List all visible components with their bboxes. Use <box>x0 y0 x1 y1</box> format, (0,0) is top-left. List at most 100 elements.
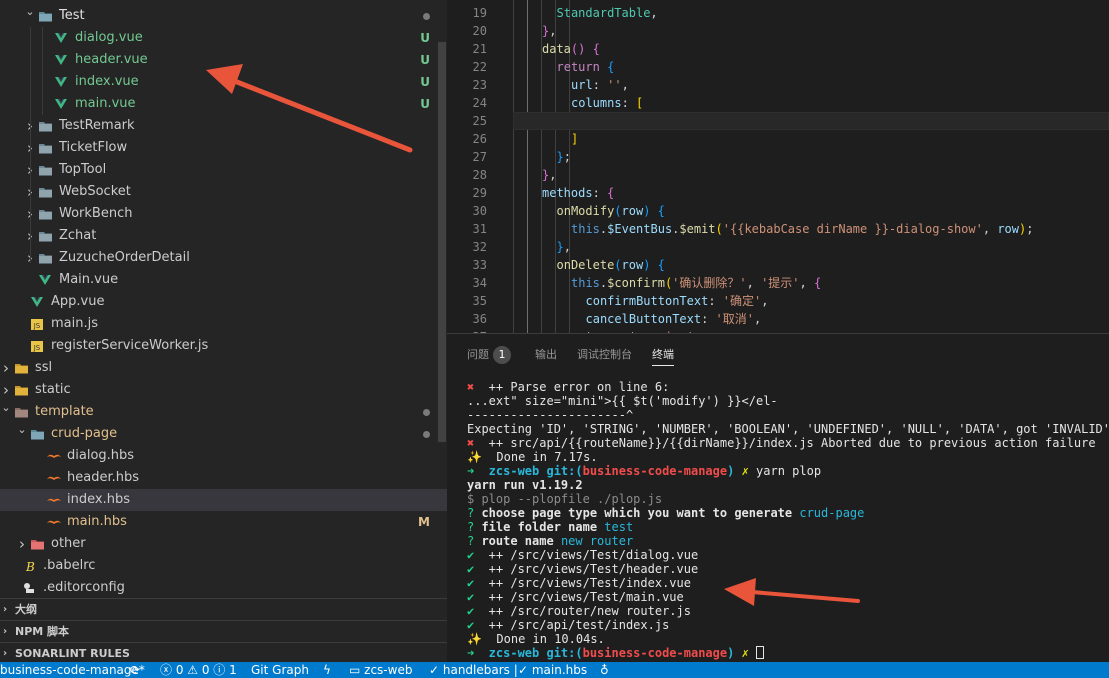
terminal-text: ✖ <box>467 380 482 394</box>
tree-item-test[interactable]: ⌄ Test <box>0 5 447 27</box>
terminal-text: ++ /src/views/Test/header.vue <box>481 562 699 576</box>
panel-header-2[interactable]: › SONARLINT RULES <box>0 642 447 662</box>
repo-indicator[interactable]: ▭ zcs-web <box>349 662 412 678</box>
code-line: 21 data() { <box>447 40 1109 58</box>
terminal-text: ++ /src/views/Test/dialog.vue <box>481 548 699 562</box>
terminal-text: ✔ <box>467 576 482 590</box>
git-status-dot <box>423 13 430 20</box>
chevron-right-icon[interactable]: › <box>0 357 12 379</box>
code-token: columns <box>571 96 622 110</box>
line-code: url: '', <box>571 76 629 94</box>
line-number: 34 <box>472 276 487 290</box>
folder-icon <box>30 537 44 551</box>
code-line: 30 onModify(row) { <box>447 202 1109 220</box>
tree-item-header-hbs[interactable]: header.hbs <box>0 467 447 489</box>
terminal-text: git:( <box>546 646 583 660</box>
code-token: { <box>607 60 615 74</box>
tree-item-main-js[interactable]: JS main.js <box>0 313 447 335</box>
lightning-icon[interactable]: ϟ <box>323 662 331 678</box>
tree-item-websocket[interactable]: ›WebSocket <box>0 181 447 203</box>
chevron-right-icon[interactable]: › <box>16 533 28 555</box>
tree-item-main-hbs[interactable]: main.hbs M <box>0 511 447 533</box>
terminal-text: Expecting 'ID', 'STRING', 'NUMBER', 'BOO… <box>467 422 1109 436</box>
line-number: 31 <box>472 222 487 236</box>
sync-icon[interactable]: ⟳ <box>130 662 140 678</box>
line-code: cancelButtonText: '取消', <box>586 310 762 328</box>
code-token: url <box>571 78 593 92</box>
panel-title: SONARLINT RULES <box>15 647 130 660</box>
tree-item-crud-page[interactable]: ⌄ crud-page <box>0 423 447 445</box>
tab-output[interactable]: 输出 <box>535 344 557 366</box>
chevron-right-icon: › <box>3 604 8 615</box>
sidebar-panels: › 大纲 › NPM 脚本 › SONARLINT RULES <box>0 598 447 662</box>
code-token: '确认删除？' <box>672 276 747 290</box>
tree-item-label: ZuzucheOrderDetail <box>59 250 190 265</box>
tree-item-app-vue[interactable]: App.vue <box>0 291 447 313</box>
folder-icon <box>38 9 52 23</box>
tab-problems[interactable]: 问题 1 <box>467 344 511 366</box>
tree-item-index-vue[interactable]: index.vue U <box>0 71 447 93</box>
tree-item-main-vue[interactable]: Main.vue <box>0 269 447 291</box>
code-token: this <box>571 222 600 236</box>
panel-title: 大纲 <box>15 603 37 616</box>
tree-item--editorconfig[interactable]: .editorconfig <box>0 577 447 598</box>
tree-item-ssl[interactable]: › ssl <box>0 357 447 379</box>
chevron-down-icon[interactable]: ⌄ <box>0 397 12 419</box>
code-line: 28}, <box>447 166 1109 184</box>
tree-item-main-vue[interactable]: main.vue U <box>0 93 447 115</box>
code-token: $EventBus <box>607 222 673 236</box>
panel-title: NPM 脚本 <box>15 625 70 638</box>
indent-guide <box>42 27 43 115</box>
code-token: : <box>592 186 608 200</box>
tree-item-zuzucheorderdetail[interactable]: ›ZuzucheOrderDetail <box>0 247 447 269</box>
git-status-badge: U <box>420 75 430 89</box>
tab-debug-console[interactable]: 调试控制台 <box>577 344 632 366</box>
tree-item-registerserviceworker-js[interactable]: JS registerServiceWorker.js <box>0 335 447 357</box>
tree-item--babelrc[interactable]: B .babelrc <box>0 555 447 577</box>
git-graph-button[interactable]: Git Graph <box>251 662 309 678</box>
terminal-text: zcs-web <box>481 464 547 478</box>
js-icon: JS <box>30 317 44 331</box>
tree-item-label: .babelrc <box>43 558 96 573</box>
tree-item-toptool[interactable]: ›TopTool <box>0 159 447 181</box>
tree-item-dialog-hbs[interactable]: dialog.hbs <box>0 445 447 467</box>
chevron-down-icon[interactable]: ⌄ <box>24 1 36 23</box>
tree-item-dialog-vue[interactable]: dialog.vue U <box>0 27 447 49</box>
bulb-icon[interactable]: ♁ <box>600 662 609 678</box>
terminal-text: ✨ <box>467 450 490 464</box>
tree-item-other[interactable]: › other <box>0 533 447 555</box>
handlebars-indicator[interactable]: ✓ handlebars | <box>429 662 518 678</box>
tab-terminal[interactable]: 终端 <box>652 344 674 366</box>
tree-item-index-hbs[interactable]: index.hbs <box>0 489 447 511</box>
terminal-text: ++ /src/views/Test/main.vue <box>481 590 684 604</box>
tree-item-static[interactable]: › static <box>0 379 447 401</box>
chevron-down-icon[interactable]: ⌄ <box>16 419 28 441</box>
line-code: return { <box>557 58 615 76</box>
terminal-line: $ plop --plopfile ./plop.js <box>467 492 662 506</box>
tree-item-header-vue[interactable]: header.vue U <box>0 49 447 71</box>
terminal-text: ✖ <box>467 436 482 450</box>
code-token: , <box>754 312 762 326</box>
tree-item-zchat[interactable]: ›Zchat <box>0 225 447 247</box>
tree-item-workbench[interactable]: ›WorkBench <box>0 203 447 225</box>
panel-header-1[interactable]: › NPM 脚本 <box>0 620 447 642</box>
panel-header-0[interactable]: › 大纲 <box>0 598 447 620</box>
code-token: ( <box>614 258 622 272</box>
problems-indicator[interactable]: ⓧ 0 ⚠ 0 ⓘ 1 <box>160 662 237 678</box>
mainhbs-indicator[interactable]: ✓ main.hbs <box>518 662 587 678</box>
code-token: cancelButtonText <box>585 312 702 326</box>
terminal-text: new router <box>560 534 634 548</box>
branch-indicator[interactable]: business-code-manage* <box>0 662 145 678</box>
code-token: ) <box>643 258 658 272</box>
code-editor[interactable]: 19 StandardTable, 20}, 21 data() {22 return {… <box>447 0 1109 333</box>
explorer-scrollbar[interactable] <box>438 42 446 442</box>
git-status-badge: U <box>420 97 430 111</box>
tree-item-testremark[interactable]: ›TestRemark <box>0 115 447 137</box>
code-token: $emit <box>679 222 716 236</box>
tree-item-ticketflow[interactable]: ›TicketFlow <box>0 137 447 159</box>
tree-item-template[interactable]: ⌄ template <box>0 401 447 423</box>
folder-icon: ▭ <box>349 663 365 677</box>
tree-item-label: crud-page <box>51 426 118 441</box>
line-number: 24 <box>472 96 487 110</box>
terminal-text: ✨ <box>467 632 490 646</box>
